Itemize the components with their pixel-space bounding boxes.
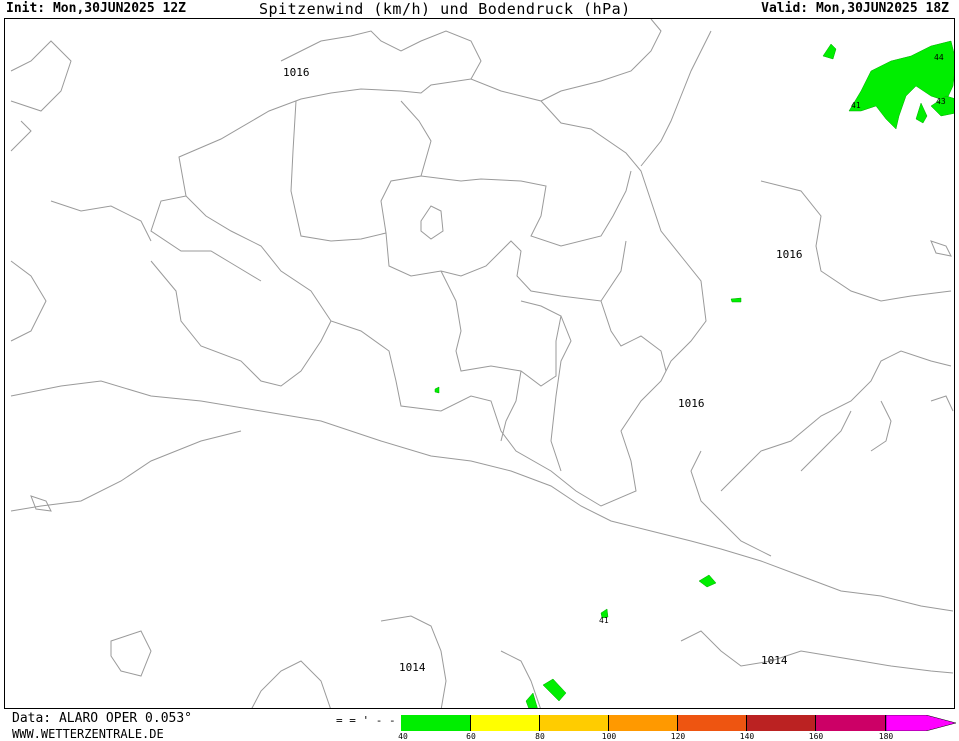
legend-swatch-80 — [540, 715, 609, 731]
legend-dash-icon: = = ' - - - — [336, 714, 409, 727]
isobar-label-se: 1014 — [761, 654, 788, 667]
wind-label: 43 — [936, 97, 946, 106]
map-panel: 1016 1016 1016 1014 1014 44 41 43 41 — [4, 18, 955, 709]
wind-label: 41 — [851, 101, 861, 110]
chart-title: Spitzenwind (km/h) und Bodendruck (hPa) — [259, 0, 631, 18]
map-canvas: 1016 1016 1016 1014 1014 44 41 43 41 — [10, 19, 954, 708]
valid-time: Valid: Mon,30JUN2025 18Z — [761, 1, 949, 16]
color-legend: = = ' - - - 40 60 80 100 120 140 160 180 — [336, 712, 958, 741]
init-time: Init: Mon,30JUN2025 12Z — [6, 1, 187, 16]
wind-label: 44 — [934, 53, 944, 62]
legend-arrow-shape — [886, 715, 956, 731]
isobar-label-nw: 1016 — [283, 66, 310, 79]
legend-tick: 40 — [398, 732, 408, 741]
legend-swatch-60 — [471, 715, 540, 731]
map-borders — [10, 19, 954, 708]
data-source: Data: ALARO OPER 0.053° — [12, 711, 193, 726]
legend-tick: 60 — [466, 732, 476, 741]
legend-tick: 160 — [808, 732, 824, 741]
legend-tick: 100 — [601, 732, 617, 741]
legend-tick: 80 — [535, 732, 545, 741]
legend-swatch-40 — [401, 715, 471, 731]
wind-label: 41 — [599, 616, 609, 625]
legend-tick: 180 — [878, 732, 894, 741]
legend-tick: 140 — [739, 732, 755, 741]
legend-swatch-160 — [816, 715, 886, 731]
isobar-label-ne: 1016 — [776, 248, 803, 261]
legend-swatch-120 — [678, 715, 747, 731]
legend-tick: 120 — [670, 732, 686, 741]
legend-arrow-180 — [886, 715, 956, 731]
isobar-label-sw: 1014 — [399, 661, 426, 674]
header-bar: Init: Mon,30JUN2025 12Z Spitzenwind (km/… — [0, 0, 959, 18]
legend-swatch-140 — [747, 715, 816, 731]
footer-bar: Data: ALARO OPER 0.053° WWW.WETTERZENTRA… — [0, 709, 959, 741]
website-link[interactable]: WWW.WETTERZENTRALE.DE — [12, 727, 164, 741]
legend-swatch-100 — [609, 715, 678, 731]
wind-areas — [434, 40, 954, 708]
isobar-label-center: 1016 — [678, 397, 705, 410]
